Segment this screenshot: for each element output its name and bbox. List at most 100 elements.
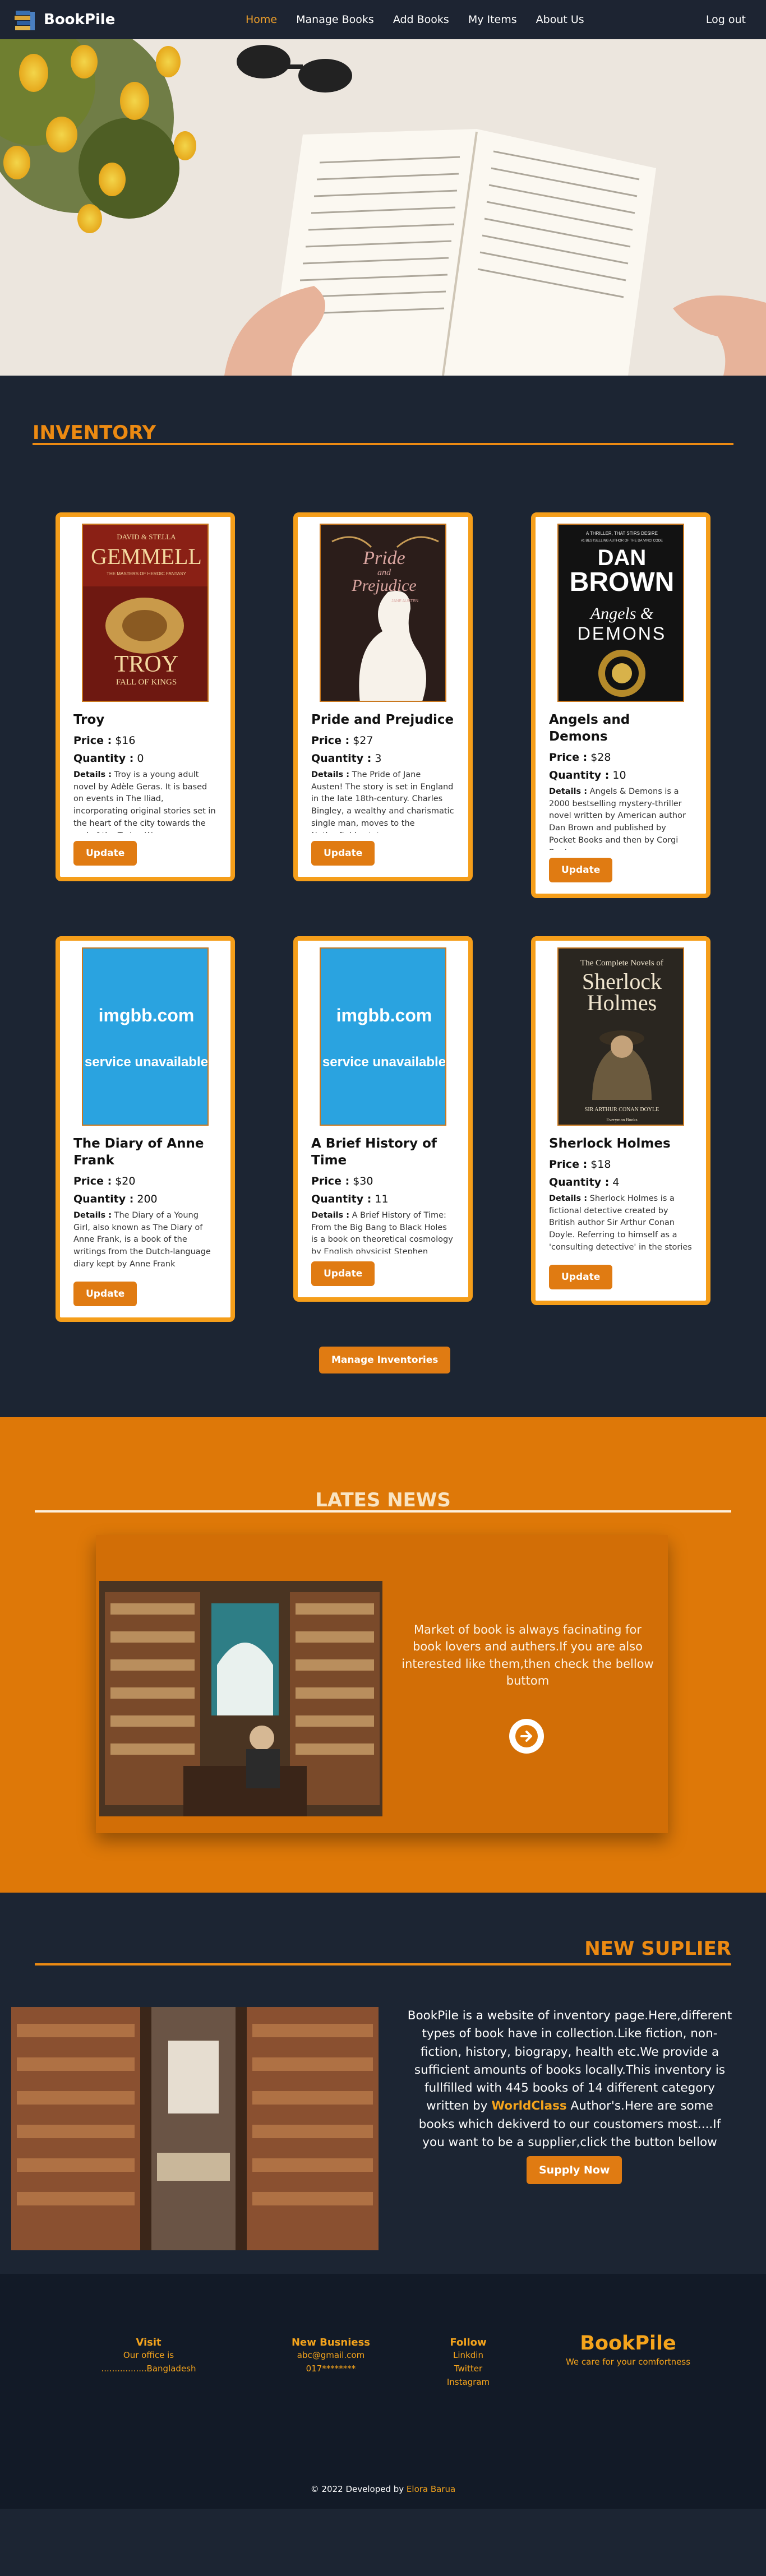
cover-author-name: GEMMELL <box>91 544 202 569</box>
nav-my-items[interactable]: My Items <box>468 13 517 26</box>
news-divider <box>35 1510 731 1513</box>
update-button[interactable]: Update <box>549 1264 613 1289</box>
book-details: Details : Troy is a young adult novel by… <box>73 770 216 833</box>
cover-title: Pride <box>362 548 405 568</box>
footer-email[interactable]: abc@gmail.com <box>286 2348 376 2362</box>
navbar: BookPile Home Manage Books Add Books My … <box>0 0 766 39</box>
cover-author: SIR ARTHUR CONAN DOYLE <box>585 1107 659 1113</box>
cover-top: The Complete Novels of <box>580 959 663 968</box>
book-cover-pride: Pride and Prejudice JANE AUSTEN <box>320 524 446 702</box>
book-price: Price : $28 <box>549 751 611 764</box>
cover-publisher: Everyman Books <box>606 1117 637 1122</box>
news-text: Market of book is always facinating for … <box>402 1623 654 1688</box>
book-card: The Complete Novels of Sherlock Holmes S… <box>531 936 710 1305</box>
cover-author-last: BROWN <box>570 567 675 597</box>
book-title: Pride and Prejudice <box>311 713 454 727</box>
update-button[interactable]: Update <box>311 1261 375 1286</box>
cover-tagline: A THRILLER, THAT STIRS DESIRE <box>586 531 658 536</box>
book-card: Pride and Prejudice JANE AUSTEN Pride an… <box>293 512 473 881</box>
brand-name: BookPile <box>44 11 116 28</box>
book-details: Details : Sherlock Holmes is a fictional… <box>549 1194 692 1252</box>
footer-brand-name: BookPile <box>580 2332 676 2355</box>
cover-title: DEMONS <box>578 623 666 644</box>
update-button[interactable]: Update <box>311 840 375 866</box>
arrow-right-button[interactable] <box>509 1719 544 1754</box>
book-title: Angels and Demons <box>549 713 630 744</box>
supply-now-button[interactable]: Supply Now <box>527 2156 622 2184</box>
book-card: imgbb.com service unavailable A Brief Hi… <box>293 936 473 1302</box>
book-price: Price : $18 <box>549 1158 611 1171</box>
book-card: A THRILLER, THAT STIRS DESIRE #1 BESTSEL… <box>531 512 710 898</box>
book-quantity: Quantity : 4 <box>549 1176 620 1188</box>
footer-phone: 017******** <box>306 2364 356 2374</box>
footer-tagline: We care for your comfortness <box>565 2357 691 2367</box>
supplier-divider <box>35 1963 731 1965</box>
inventory-section: INVENTORY DAVID & STELLA GEMMELL THE MAS… <box>0 376 766 1417</box>
cover-series: THE MASTERS OF HEROIC FANTASY <box>107 571 186 576</box>
footer-link-instagram[interactable]: Instagram <box>435 2375 502 2389</box>
cover-placeholder-sub: service unavailable <box>322 1055 446 1070</box>
footer: Visit Our office is .................Ban… <box>0 2274 766 2509</box>
news-section: LATES NEWS Market of book is always faci… <box>0 1417 766 1893</box>
footer-visit: Visit Our office is .................Ban… <box>79 2337 219 2375</box>
footer-follow: Follow Linkdin Twitter Instagram <box>435 2337 502 2389</box>
update-button[interactable]: Update <box>549 857 613 882</box>
update-button[interactable]: Update <box>73 1281 137 1306</box>
copyright: © 2022 Developed by Elora Barua <box>310 2484 456 2494</box>
book-card: imgbb.com service unavailable The Diary … <box>56 936 235 1322</box>
cover-script: Angels & <box>589 604 654 623</box>
brand[interactable]: BookPile <box>13 8 115 31</box>
cover-tagline: FALL OF KINGS <box>116 678 177 687</box>
book-title: The Diary of Anne Frank <box>73 1136 204 1168</box>
library-image <box>11 2007 379 2250</box>
book-details: Details : Angels & Demons is a 2000 best… <box>549 787 686 850</box>
author-name: Elora Barua <box>406 2484 456 2494</box>
bookstore-image <box>99 1581 382 1816</box>
book-price: Price : $27 <box>311 734 373 747</box>
book-cover-troy: DAVID & STELLA GEMMELL THE MASTERS OF HE… <box>82 524 209 702</box>
cover-placeholder-title: imgbb.com <box>99 1005 195 1025</box>
footer-visit-text: Our office is .................Banglades… <box>101 2350 196 2374</box>
nav-add-books[interactable]: Add Books <box>393 13 449 26</box>
footer-visit-title: Visit <box>136 2337 161 2348</box>
cover-name2: Holmes <box>587 990 657 1015</box>
footer-link-twitter[interactable]: Twitter <box>435 2362 502 2375</box>
book-details: Details : The Pride of Jane Austen! The … <box>311 770 454 833</box>
supplier-text: BookPile is a website of inventory page.… <box>407 2009 732 2149</box>
inventory-divider <box>33 443 733 445</box>
arrow-right-icon <box>515 1725 538 1747</box>
footer-business-title: New Busniess <box>291 2337 371 2348</box>
update-button[interactable]: Update <box>73 840 137 866</box>
book-cover-sherlock: The Complete Novels of Sherlock Holmes S… <box>557 947 684 1126</box>
manage-inventories-button[interactable]: Manage Inventories <box>319 1347 451 1373</box>
footer-business: New Busniess abc@gmail.com 017******** <box>286 2337 376 2375</box>
book-cover-brief-history: imgbb.com service unavailable <box>320 947 446 1126</box>
cover-placeholder-sub: service unavailable <box>85 1055 208 1070</box>
book-cover-angels: A THRILLER, THAT STIRS DESIRE #1 BESTSEL… <box>557 524 684 702</box>
cover-title2: Prejudice <box>351 576 417 595</box>
supplier-title: NEW SUPLIER <box>584 1937 731 1960</box>
inventory-title: INVENTORY <box>33 422 156 444</box>
book-quantity: Quantity : 10 <box>549 769 626 781</box>
book-price: Price : $16 <box>73 734 136 747</box>
book-title: Troy <box>73 713 105 727</box>
footer-link-linkedin[interactable]: Linkdin <box>435 2348 502 2362</box>
hero-banner <box>0 39 766 376</box>
nav-about-us[interactable]: About Us <box>536 13 584 26</box>
book-card: DAVID & STELLA GEMMELL THE MASTERS OF HE… <box>56 512 235 881</box>
book-quantity: Quantity : 11 <box>311 1192 389 1205</box>
book-details: Details : The Diary of a Young Girl, als… <box>73 1210 211 1269</box>
book-details: Details : A Brief History of Time: From … <box>311 1210 453 1254</box>
cover-title: TROY <box>114 651 178 677</box>
book-price: Price : $20 <box>73 1174 136 1187</box>
footer-brand: BookPile We care for your comfortness <box>561 2332 695 2367</box>
book-quantity: Quantity : 3 <box>311 752 382 765</box>
book-cover-anne-frank: imgbb.com service unavailable <box>82 947 209 1126</box>
book-title: A Brief History of Time <box>311 1136 437 1168</box>
cover-sub: #1 BESTSELLING AUTHOR OF THE DA VINCI CO… <box>581 539 663 543</box>
logout-link[interactable]: Log out <box>706 13 746 26</box>
nav-manage-books[interactable]: Manage Books <box>296 13 374 26</box>
book-quantity: Quantity : 200 <box>73 1192 158 1205</box>
news-title: LATES NEWS <box>315 1489 451 1511</box>
nav-home[interactable]: Home <box>246 13 277 26</box>
